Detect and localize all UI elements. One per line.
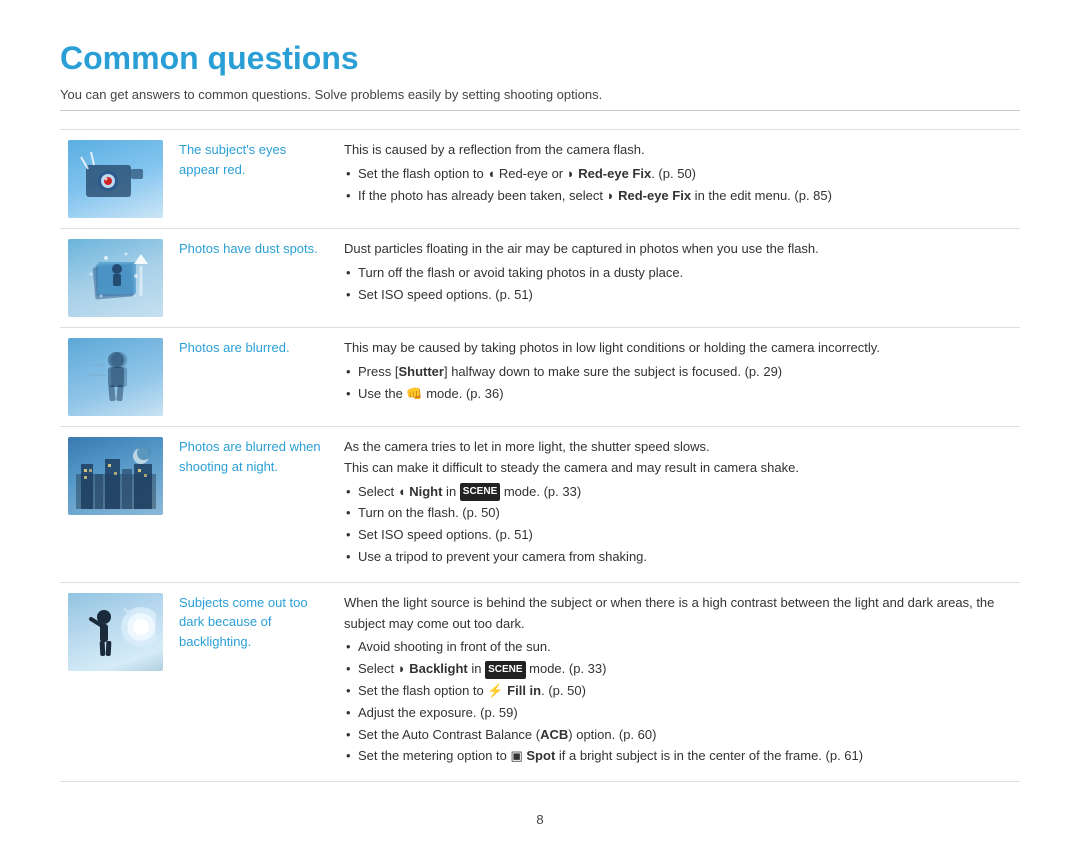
row-content-blur: This may be caused by taking photos in l… bbox=[336, 328, 1020, 427]
row-desc: As the camera tries to let in more light… bbox=[344, 439, 710, 454]
bullet-item: Set the flash option to ⚡ Fill in. (p. 5… bbox=[344, 681, 1012, 702]
row-image-night bbox=[60, 427, 171, 583]
bullet-item: Set ISO speed options. (p. 51) bbox=[344, 285, 1012, 306]
table-row: Photos have dust spots. Dust particles fl… bbox=[60, 229, 1020, 328]
bullet-item: Press [Shutter] halfway down to make sur… bbox=[344, 362, 1012, 383]
row-desc: This is caused by a reflection from the … bbox=[344, 142, 645, 157]
bullet-item: Set the flash option to ◖ Red-eye or ◗ R… bbox=[344, 164, 1012, 185]
table-row: Photos are blurred. This may be caused by… bbox=[60, 328, 1020, 427]
bullet-item: Set ISO speed options. (p. 51) bbox=[344, 525, 1012, 546]
bullet-item: Set the metering option to ▣ Spot if a b… bbox=[344, 746, 1012, 767]
table-row: Photos are blurred when shooting at nigh… bbox=[60, 427, 1020, 583]
bullet-item: Turn on the flash. (p. 50) bbox=[344, 503, 1012, 524]
row-label-dust: Photos have dust spots. bbox=[171, 229, 336, 328]
table-row: The subject's eyes appear red. This is ca… bbox=[60, 130, 1020, 229]
row-desc: When the light source is behind the subj… bbox=[344, 595, 994, 631]
row-label-red-eye: The subject's eyes appear red. bbox=[171, 130, 336, 229]
row-image-backlight bbox=[60, 582, 171, 781]
row-desc: Dust particles floating in the air may b… bbox=[344, 241, 819, 256]
bullet-item: Select ◗ Backlight in SCENE mode. (p. 33… bbox=[344, 659, 1012, 680]
row-image-blur bbox=[60, 328, 171, 427]
bullet-item: Use a tripod to prevent your camera from… bbox=[344, 547, 1012, 568]
row-content-night: As the camera tries to let in more light… bbox=[336, 427, 1020, 583]
title-divider bbox=[60, 110, 1020, 111]
row-label-backlight: Subjects come out too dark because of ba… bbox=[171, 582, 336, 781]
bullet-item: Use the 👊 mode. (p. 36) bbox=[344, 384, 1012, 405]
row-image-red-eye bbox=[60, 130, 171, 229]
row-image-dust bbox=[60, 229, 171, 328]
bullet-item: If the photo has already been taken, sel… bbox=[344, 186, 1012, 207]
bullet-item: Adjust the exposure. (p. 59) bbox=[344, 703, 1012, 724]
qa-table: The subject's eyes appear red. This is ca… bbox=[60, 129, 1020, 782]
bullet-item: Avoid shooting in front of the sun. bbox=[344, 637, 1012, 658]
row-content-backlight: When the light source is behind the subj… bbox=[336, 582, 1020, 781]
table-row: Subjects come out too dark because of ba… bbox=[60, 582, 1020, 781]
row-label-blur: Photos are blurred. bbox=[171, 328, 336, 427]
page-number: 8 bbox=[60, 812, 1020, 827]
bullet-item: Set the Auto Contrast Balance (ACB) opti… bbox=[344, 725, 1012, 746]
row-desc: This may be caused by taking photos in l… bbox=[344, 340, 880, 355]
row-content-red-eye: This is caused by a reflection from the … bbox=[336, 130, 1020, 229]
row-desc2: This can make it difficult to steady the… bbox=[344, 460, 799, 475]
bullet-item: Turn off the flash or avoid taking photo… bbox=[344, 263, 1012, 284]
page-title: Common questions bbox=[60, 40, 1020, 77]
row-content-dust: Dust particles floating in the air may b… bbox=[336, 229, 1020, 328]
row-label-night: Photos are blurred when shooting at nigh… bbox=[171, 427, 336, 583]
page-subtitle: You can get answers to common questions.… bbox=[60, 87, 1020, 102]
bullet-item: Select ◖ Night in SCENE mode. (p. 33) bbox=[344, 482, 1012, 503]
